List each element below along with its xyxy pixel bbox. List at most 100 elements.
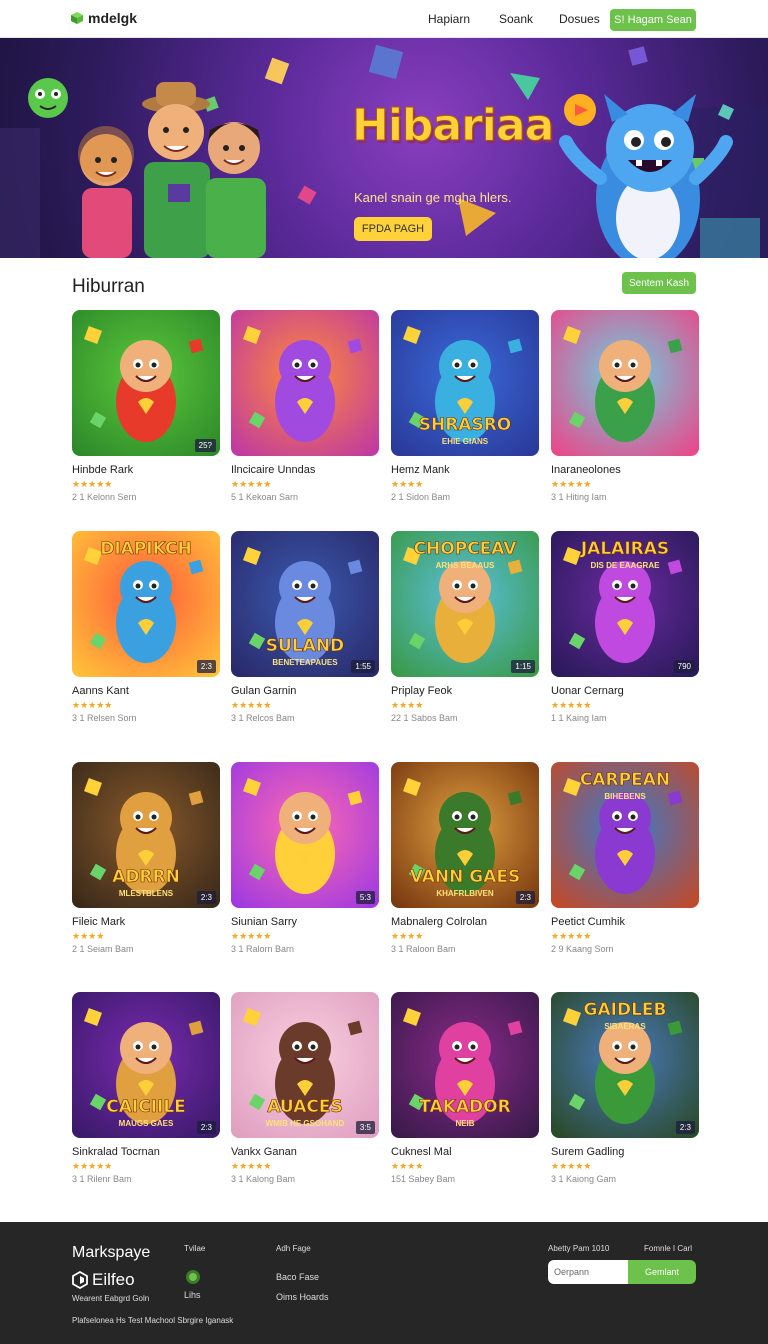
game-thumbnail[interactable]: SHRASRO EHIE GIANS [391, 310, 539, 456]
game-thumbnail[interactable]: 5:3 [231, 762, 379, 908]
star-rating: ★★★★★ [551, 931, 592, 941]
game-thumbnail[interactable]: CARPEAN BIHEBENS [551, 762, 699, 908]
duration-badge: 790 [673, 660, 695, 673]
game-thumbnail[interactable]: TAKADOR NEIB [391, 992, 539, 1138]
card-title[interactable]: Uonar Cernarg [551, 685, 624, 697]
footer-col1-link[interactable]: Lihs [184, 1290, 201, 1300]
card-title[interactable]: Hinbde Rark [72, 464, 133, 476]
card-title[interactable]: Aanns Kant [72, 685, 129, 697]
star-rating: ★★★★★ [72, 479, 113, 489]
footer-brand: Markspaye [72, 1244, 151, 1261]
star-rating: ★★★★★ [551, 700, 592, 710]
hero-cta-button[interactable]: FPDA PAGH [354, 217, 432, 241]
duration-badge: 1:55 [351, 660, 375, 673]
card-meta: 3 1 Kaiong Gam [551, 1174, 617, 1184]
card-meta: 5 1 Kekoan Sarn [231, 492, 299, 502]
game-thumbnail[interactable]: AUACES WMIB HE GSOHAND 3:5 [231, 992, 379, 1138]
game-thumbnail[interactable]: DIAPIKCH 2:3 [72, 531, 220, 677]
footer-col2-link-2[interactable]: Oims Hoards [276, 1292, 329, 1302]
newsletter-submit-button[interactable]: Gemlant [628, 1260, 696, 1284]
thumbnail-title: CAICIILE [106, 1097, 186, 1117]
game-thumbnail[interactable] [551, 310, 699, 456]
game-thumbnail[interactable]: ADRRN MLESTBLENS 2:3 [72, 762, 220, 908]
star-rating: ★★★★ [391, 479, 424, 489]
game-thumbnail[interactable]: SULAND BENETEAPAUES 1:55 [231, 531, 379, 677]
card-meta: 2 1 Sidon Bam [391, 492, 451, 502]
hexagon-logo-icon [72, 1271, 88, 1289]
star-rating: ★★★★★ [551, 1161, 592, 1171]
star-rating: ★★★★★ [231, 931, 272, 941]
star-rating: ★★★★★ [231, 1161, 272, 1171]
duration-badge: 2:3 [196, 1121, 216, 1134]
card-meta: 2 1 Seiam Bam [72, 944, 134, 954]
header-cta-button[interactable]: S! Hagam Sean [610, 9, 696, 31]
card-title[interactable]: Surem Gadling [551, 1146, 624, 1158]
footer-col2-title: Adh Fage [276, 1244, 311, 1253]
card-title[interactable]: Fileic Mark [72, 916, 125, 928]
card-meta: 3 1 Relsen Sorn [72, 713, 137, 723]
nav-link-2[interactable]: Soank [499, 12, 533, 26]
nav-link-3[interactable]: Dosues [559, 12, 600, 26]
star-rating: ★★★★★ [72, 700, 113, 710]
game-thumbnail[interactable]: GAIDLEB SIBAERAS 2:3 [551, 992, 699, 1138]
game-thumbnail[interactable]: CAICIILE MAUGS GAES 2:3 [72, 992, 220, 1138]
card-title[interactable]: Mabnalerg Colrolan [391, 916, 487, 928]
card-title[interactable]: Vankx Ganan [231, 1146, 297, 1158]
duration-badge: 2:3 [515, 891, 535, 904]
game-thumbnail[interactable] [231, 310, 379, 456]
card-title[interactable]: Peetict Cumhik [551, 916, 625, 928]
newsletter-label-2: Fomnle I Carl [644, 1244, 693, 1253]
newsletter-email-input[interactable]: Oerpann [548, 1260, 630, 1284]
card-title[interactable]: Siunian Sarry [231, 916, 297, 928]
cube-logo-icon [71, 12, 83, 24]
thumbnail-title: JALAIRAS [580, 539, 670, 559]
thumbnail-subtitle: NEIB [455, 1119, 475, 1128]
duration-badge: 2:3 [196, 660, 216, 673]
footer-col2-link-1[interactable]: Baco Fase [276, 1272, 319, 1282]
thumbnail-subtitle: BIHEBENS [604, 792, 646, 801]
card-title[interactable]: Hemz Mank [391, 464, 450, 476]
card-meta: 2 1 Kelonn Sern [72, 492, 137, 502]
card-meta: 1 1 Kaing Iam [551, 713, 607, 723]
logo-text: mdelgk [88, 10, 138, 26]
section-view-all-button[interactable]: Sentem Kash [622, 272, 696, 294]
duration-badge: 2:3 [675, 1121, 695, 1134]
thumbnail-title: VANN GAES [409, 867, 521, 887]
card-meta: 2 9 Kaang Sorn [551, 944, 614, 954]
card-title[interactable]: Sinkralad Tocrnan [72, 1146, 160, 1158]
card-meta: 151 Sabey Bam [391, 1174, 456, 1184]
duration-badge: 5:3 [355, 891, 375, 904]
card-meta: 22 1 Sabos Bam [391, 713, 458, 723]
star-rating: ★★★★ [391, 700, 424, 710]
footer-col1-title: Tvilae [184, 1244, 206, 1253]
game-art [72, 310, 220, 456]
duration-badge: 25? [194, 439, 216, 452]
game-thumbnail[interactable]: VANN GAES KHAFRLBIVEN 2:3 [391, 762, 539, 908]
thumbnail-title: ADRRN [112, 867, 180, 887]
nav-link-1[interactable]: Hapiarn [428, 12, 470, 26]
section-title: Hiburran [72, 276, 145, 297]
card-title[interactable]: Priplay Feok [391, 685, 452, 697]
footer-logo-text: Eilfeo [92, 1270, 135, 1289]
thumbnail-subtitle: MLESTBLENS [118, 889, 174, 898]
star-rating: ★★★★★ [231, 700, 272, 710]
game-thumbnail[interactable]: CHOPCEAV ARHS BEAAUS 1:15 [391, 531, 539, 677]
game-thumbnail[interactable]: JALAIRAS DIS DE EAAGRAE 790 [551, 531, 699, 677]
thumbnail-subtitle: WMIB HE GSOHAND [265, 1119, 345, 1128]
site-logo[interactable]: mdelgk [70, 10, 137, 26]
kid-girl [78, 126, 134, 258]
card-title[interactable]: Ilncicaire Unndas [231, 464, 315, 476]
card-title[interactable]: Gulan Garnin [231, 685, 296, 697]
hero-banner: Hibariaa Kanel snain ge mgha hlers. FPDA… [0, 38, 768, 258]
card-meta: 3 1 Raloon Bam [391, 944, 456, 954]
thumbnail-subtitle: DIS DE EAAGRAE [590, 561, 660, 570]
green-monster [28, 78, 68, 118]
star-rating: ★★★★ [391, 1161, 424, 1171]
game-thumbnail[interactable]: 25? [72, 310, 220, 456]
footer-logo[interactable]: Eilfeo [72, 1270, 135, 1290]
card-title[interactable]: Cuknesl Mal [391, 1146, 452, 1158]
site-footer: Markspaye Eilfeo Wearent Eabgrd Goln Pla… [0, 1222, 768, 1344]
card-title[interactable]: Inaraneolones [551, 464, 621, 476]
kid-boy [206, 122, 266, 258]
footer-copyright: Plafselonea Hs Test Machool Sbrgire Igan… [72, 1316, 234, 1325]
